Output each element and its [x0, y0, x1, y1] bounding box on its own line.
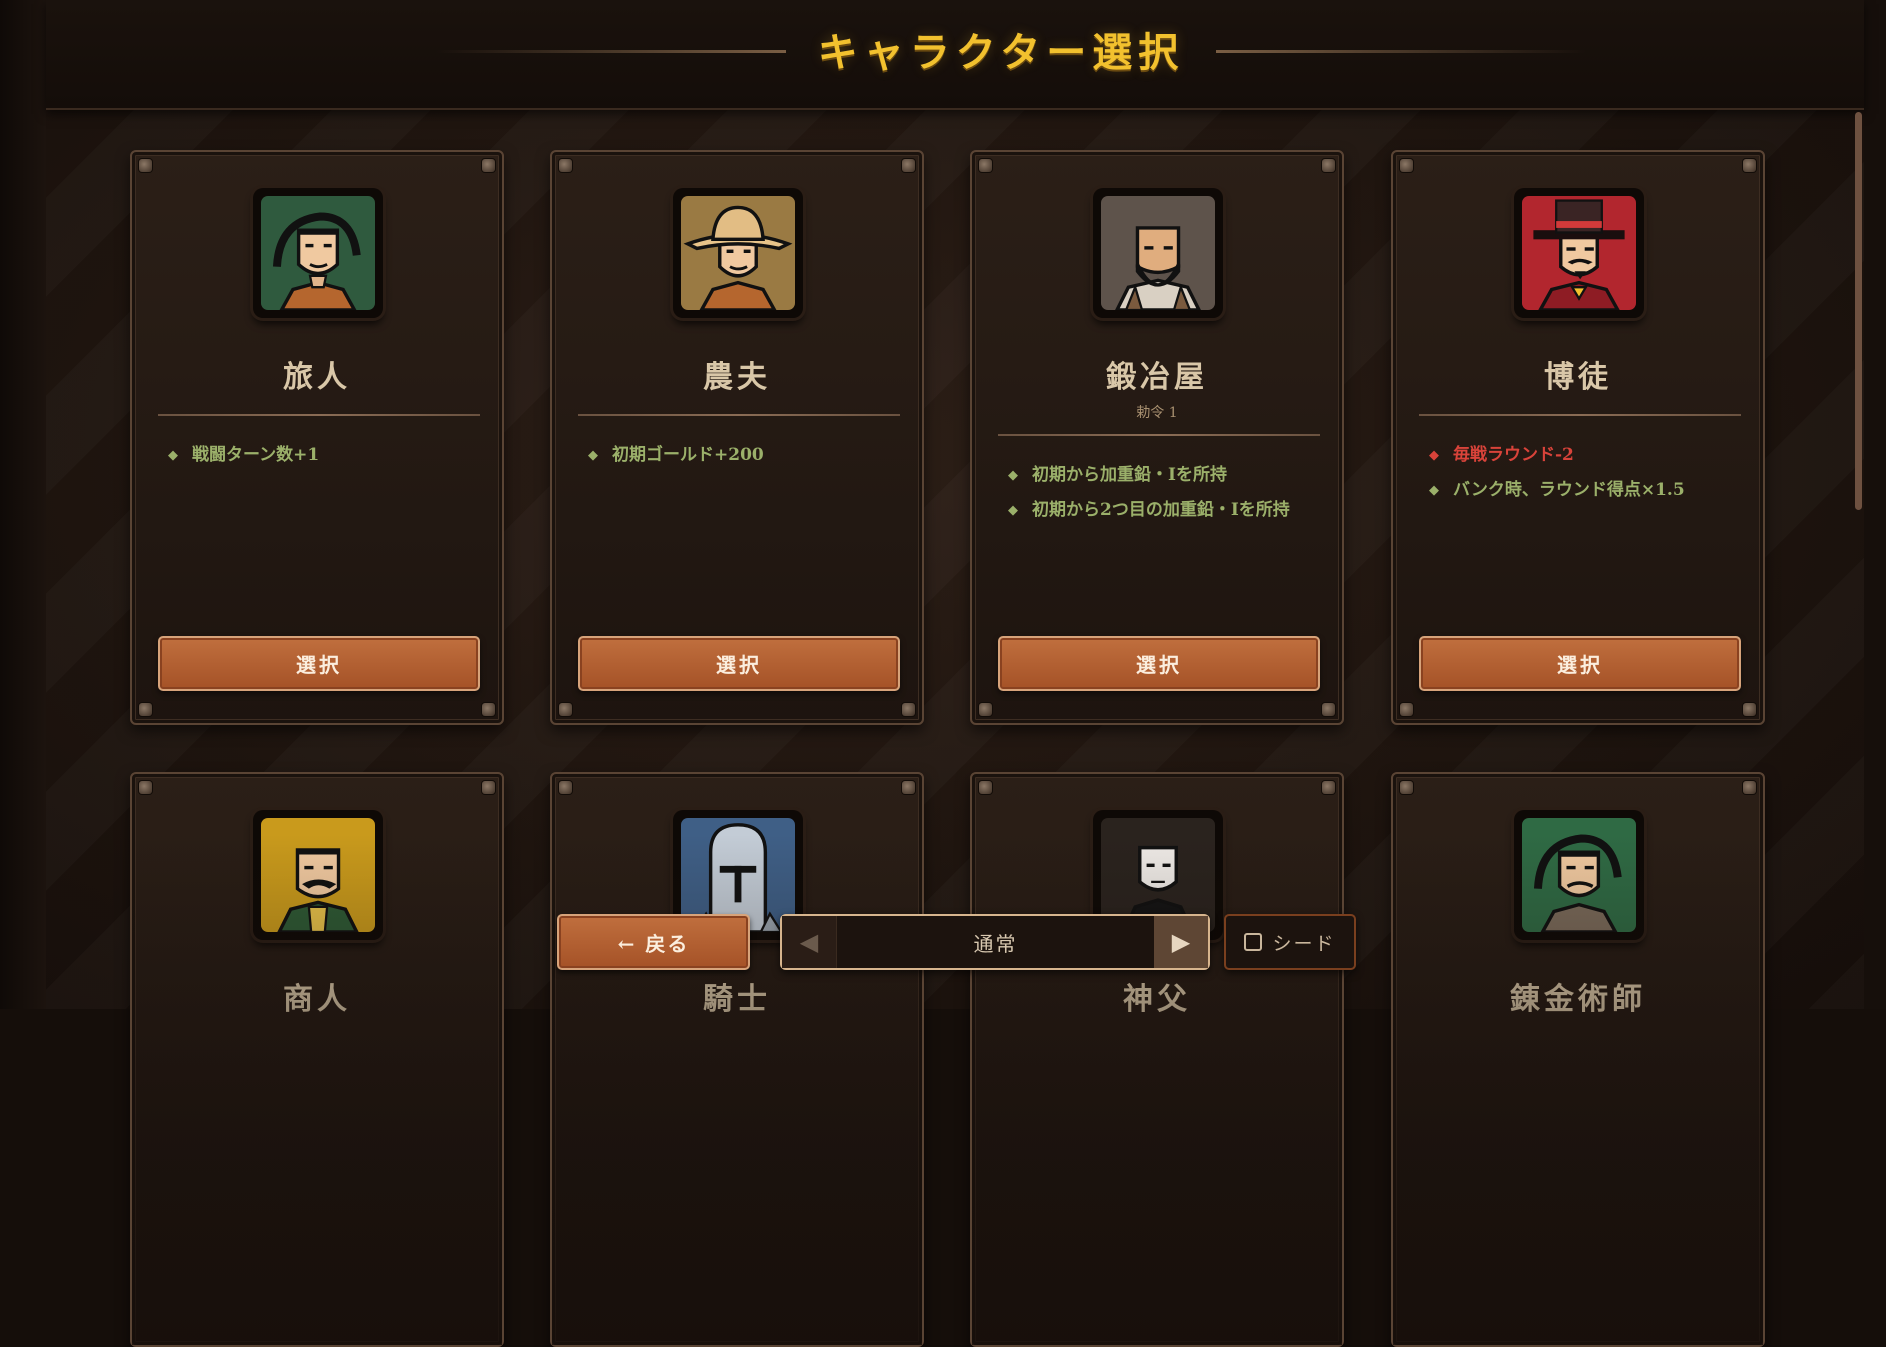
character-card-alchemist[interactable]: 錬金術師: [1391, 772, 1765, 1347]
trait-positive: ◆ 戦闘ターン数+1: [168, 442, 468, 469]
rivet: [139, 781, 152, 794]
rivet: [559, 781, 572, 794]
select-button[interactable]: 選択: [578, 636, 900, 691]
blacksmith-portrait-icon: [1093, 188, 1223, 318]
character-name: 旅人: [283, 360, 351, 395]
rivet: [1400, 781, 1413, 794]
diamond-bullet-icon: ◆: [1008, 468, 1018, 483]
character-subtitle: 勅令 1: [1136, 405, 1178, 421]
rivet: [1743, 781, 1756, 794]
rivet: [1743, 703, 1756, 716]
card-divider: [998, 434, 1320, 436]
trait-positive: ◆ 初期から2つ目の加重鉛・Iを所持: [1008, 497, 1308, 524]
title-divider-right: [1216, 50, 1586, 53]
card-divider: [158, 414, 480, 416]
rivet: [482, 781, 495, 794]
character-card-knight[interactable]: 騎士: [550, 772, 924, 1347]
rivet: [1322, 159, 1335, 172]
gambler-portrait-icon: [1514, 188, 1644, 318]
farmer-portrait-icon: [673, 188, 803, 318]
rivet: [1322, 703, 1335, 716]
character-name: 鍛冶屋: [1106, 360, 1208, 395]
right-frame: [1864, 0, 1886, 1009]
select-button[interactable]: 選択: [1419, 636, 1741, 691]
rivet: [559, 703, 572, 716]
rivet: [979, 781, 992, 794]
trait-text: 初期から加重鉛・Iを所持: [1032, 465, 1227, 485]
seed-label: シード: [1272, 932, 1336, 955]
diamond-bullet-icon: ◆: [1429, 483, 1439, 498]
character-name: 騎士: [703, 982, 771, 1017]
difficulty-selector: ◀ 通常 ▶: [780, 914, 1210, 970]
trait-negative: ◆ 毎戦ラウンド-2: [1429, 442, 1729, 469]
trait-text: 毎戦ラウンド-2: [1453, 445, 1574, 465]
character-card-traveler: 旅人 ◆ 戦闘ターン数+1 選択: [130, 150, 504, 725]
back-button[interactable]: ← 戻る: [557, 914, 750, 970]
character-card-merchant[interactable]: 商人: [130, 772, 504, 1347]
difficulty-label: 通常: [973, 931, 1018, 956]
rivet: [482, 159, 495, 172]
character-name: 神父: [1123, 982, 1191, 1017]
rivet: [139, 703, 152, 716]
rivet: [1743, 159, 1756, 172]
trait-list: ◆ 初期から加重鉛・Iを所持 ◆ 初期から2つ目の加重鉛・Iを所持: [1008, 462, 1308, 532]
select-button[interactable]: 選択: [158, 636, 480, 691]
trait-positive: ◆ 初期ゴールド+200: [588, 442, 888, 469]
header-bar: キャラクター選択: [46, 0, 1864, 110]
rivet: [1400, 703, 1413, 716]
difficulty-next-button[interactable]: ▶: [1154, 916, 1208, 968]
card-divider: [1419, 414, 1741, 416]
left-frame: [0, 0, 46, 1009]
diamond-bullet-icon: ◆: [1429, 448, 1439, 463]
diamond-bullet-icon: ◆: [1008, 503, 1018, 518]
page-title: キャラクター選択: [817, 29, 1185, 76]
character-card-blacksmith: 鍛冶屋 勅令 1 ◆ 初期から加重鉛・Iを所持 ◆ 初期から2つ目の加重鉛・Iを所持…: [970, 150, 1344, 725]
rivet: [139, 159, 152, 172]
character-card-farmer: 農夫 ◆ 初期ゴールド+200 選択: [550, 150, 924, 725]
difficulty-prev-button[interactable]: ◀: [782, 916, 837, 968]
diamond-bullet-icon: ◆: [588, 448, 598, 463]
trait-text: 戦闘ターン数+1: [192, 445, 320, 465]
character-card-gambler: 博徒 ◆ 毎戦ラウンド-2 ◆ バンク時、ラウンド得点×1.5 選択: [1391, 150, 1765, 725]
rivet: [979, 159, 992, 172]
rivet: [1400, 159, 1413, 172]
scrollbar-thumb[interactable]: [1855, 112, 1862, 510]
rivet: [902, 703, 915, 716]
trait-text: 初期から2つ目の加重鉛・Iを所持: [1032, 500, 1290, 520]
trait-positive: ◆ バンク時、ラウンド得点×1.5: [1429, 477, 1729, 504]
seed-checkbox[interactable]: [1244, 933, 1263, 951]
rivet: [1322, 781, 1335, 794]
rivet: [902, 159, 915, 172]
character-name: 商人: [283, 982, 351, 1017]
character-name: 錬金術師: [1510, 982, 1646, 1017]
card-divider: [578, 414, 900, 416]
select-button[interactable]: 選択: [998, 636, 1320, 691]
trait-list: ◆ 初期ゴールド+200: [588, 442, 888, 477]
character-card-priest[interactable]: 神父: [970, 772, 1344, 1347]
alchemist-portrait-icon: [1514, 810, 1644, 940]
traveler-portrait-icon: [253, 188, 383, 318]
merchant-portrait-icon: [253, 810, 383, 940]
character-name: 博徒: [1544, 360, 1612, 395]
rivet: [979, 703, 992, 716]
trait-positive: ◆ 初期から加重鉛・Iを所持: [1008, 462, 1308, 489]
trait-text: 初期ゴールド+200: [612, 445, 764, 465]
seed-toggle[interactable]: シード: [1224, 914, 1356, 970]
trait-text: バンク時、ラウンド得点×1.5: [1453, 480, 1685, 500]
trait-list: ◆ 毎戦ラウンド-2 ◆ バンク時、ラウンド得点×1.5: [1429, 442, 1729, 512]
rivet: [482, 703, 495, 716]
trait-list: ◆ 戦闘ターン数+1: [168, 442, 468, 477]
diamond-bullet-icon: ◆: [168, 448, 178, 463]
rivet: [559, 159, 572, 172]
rivet: [902, 781, 915, 794]
title-divider-left: [436, 50, 786, 53]
character-name: 農夫: [703, 360, 771, 395]
